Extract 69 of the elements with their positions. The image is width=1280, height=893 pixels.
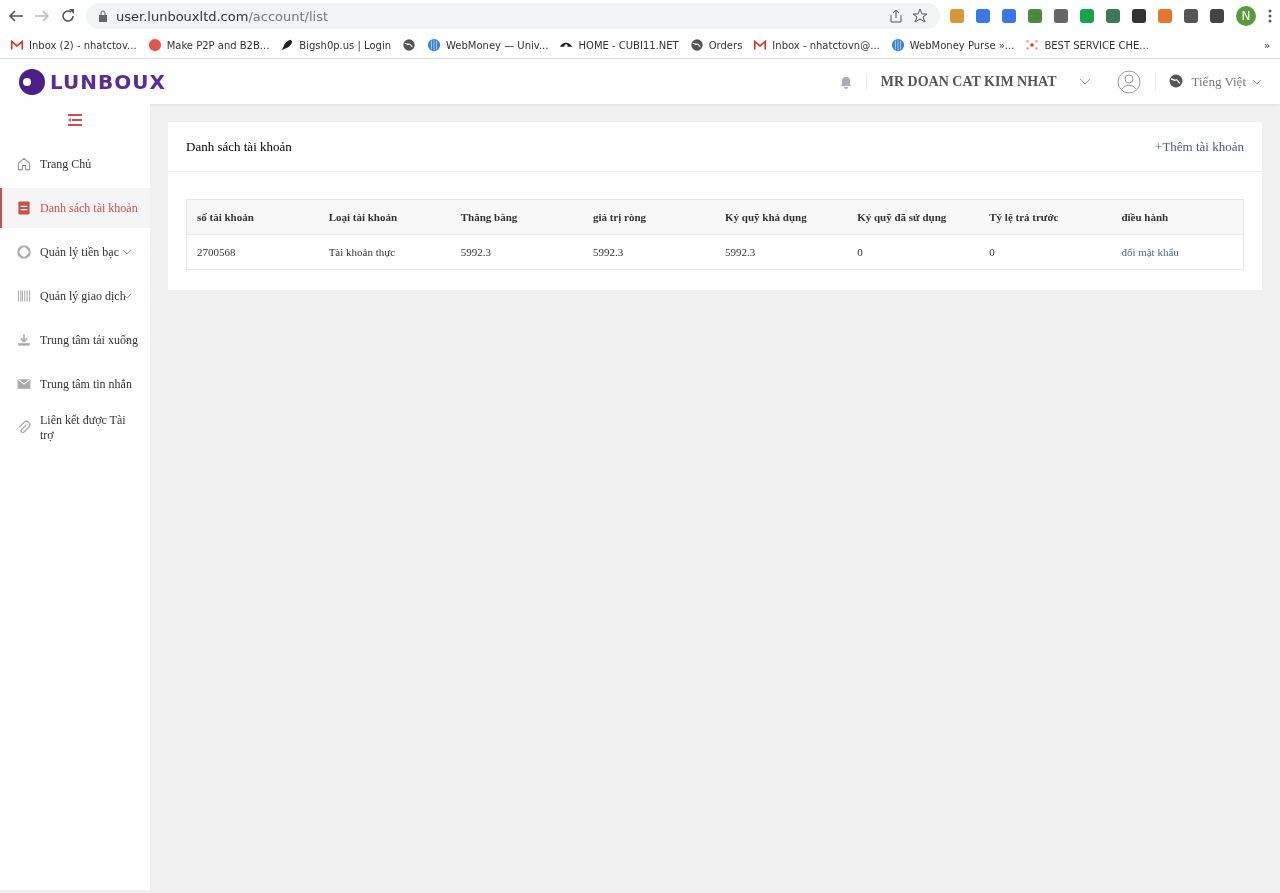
- table-cell: 5992.3: [450, 234, 583, 270]
- bookmark[interactable]: Make P2P and B2B...: [147, 37, 270, 53]
- extension-icon[interactable]: [1184, 9, 1198, 23]
- table-cell: 0: [847, 234, 980, 270]
- column-header: điều hành: [1111, 199, 1244, 235]
- column-header: số tài khoản: [186, 199, 319, 235]
- reload-icon[interactable]: [60, 8, 76, 24]
- bookmark[interactable]: Inbox - nhatctovn@...: [753, 37, 880, 53]
- bookmark[interactable]: WebMoney Purse »...: [890, 37, 1015, 53]
- menu-icon[interactable]: [1268, 9, 1272, 23]
- chevron-down-icon: [1252, 78, 1262, 85]
- extension-icon[interactable]: [1002, 9, 1016, 23]
- bookmarks-overflow-button[interactable]: »: [1263, 39, 1270, 51]
- bookmark[interactable]: BEST SERVICE CHE...: [1025, 37, 1149, 53]
- language-selector[interactable]: Tiếng Việt: [1154, 72, 1262, 91]
- column-header: Thăng bằng: [450, 199, 583, 235]
- sidebar-item[interactable]: Quản lý tiền bạc: [0, 232, 150, 272]
- logo-icon: [18, 67, 46, 96]
- sidebar-item[interactable]: Quản lý giao dịch: [0, 276, 150, 316]
- sidebar-item[interactable]: Trung tâm tin nhắn: [0, 364, 150, 404]
- column-header: Ký quỹ khả dụng: [715, 199, 848, 235]
- barcode-icon: [16, 288, 32, 304]
- extension-icon[interactable]: [1106, 9, 1120, 23]
- sidebar-item[interactable]: Trang Chủ: [0, 144, 150, 184]
- table-cell: 2700568: [186, 234, 319, 270]
- bookmark[interactable]: Bigsh0p.us | Login: [280, 37, 392, 53]
- user-name[interactable]: MR DOAN CAT KIM NHAT: [865, 73, 1057, 90]
- extension-icon[interactable]: [1028, 9, 1042, 23]
- column-header: Ký quỹ đã sử dụng: [847, 199, 980, 235]
- bookmark[interactable]: Inbox (2) - nhatctov...: [10, 37, 137, 53]
- share-icon[interactable]: [888, 8, 904, 24]
- user-avatar-icon[interactable]: [1116, 69, 1141, 94]
- chevron-down-icon[interactable]: [1078, 77, 1091, 86]
- back-arrow-icon[interactable]: [8, 9, 24, 23]
- extension-icon[interactable]: [1132, 9, 1146, 23]
- extension-icon[interactable]: [976, 9, 990, 23]
- column-header: Tỷ lệ trả trước: [979, 199, 1112, 235]
- bookmark[interactable]: Orders: [689, 37, 743, 53]
- clip-icon: [16, 420, 32, 436]
- column-header: Loại tài khoản: [318, 199, 451, 235]
- mail-icon: [16, 376, 32, 392]
- table-cell: 0: [979, 234, 1112, 270]
- table-cell: 5992.3: [715, 234, 848, 270]
- forward-arrow-icon[interactable]: [34, 9, 50, 23]
- extension-icon[interactable]: [1158, 9, 1172, 23]
- add-account-link[interactable]: +Thêm tài khoản: [1155, 138, 1244, 155]
- list-icon: [16, 200, 32, 216]
- table-cell: Tài khoản thực: [318, 234, 451, 270]
- extension-icon[interactable]: [1210, 9, 1224, 23]
- address-bar[interactable]: user.lunbouxltd.com/account/list: [86, 3, 940, 29]
- change-password-link[interactable]: đổi mật khẩu: [1121, 246, 1179, 258]
- circle-icon: [147, 37, 162, 53]
- table-cell: 5992.3: [582, 234, 715, 270]
- extension-icon[interactable]: [1054, 9, 1068, 23]
- extension-icon[interactable]: [1080, 9, 1094, 23]
- bookmark[interactable]: HOME - CUBI11.NET: [559, 37, 679, 53]
- menu-toggle-icon[interactable]: [67, 114, 83, 126]
- sidebar-item[interactable]: Liên kết được Tài trợ: [0, 408, 150, 448]
- panel-title: Danh sách tài khoản: [186, 138, 292, 155]
- globe-icon: [689, 37, 704, 53]
- bookmark[interactable]: [402, 37, 417, 53]
- download-icon: [16, 332, 32, 348]
- bookmark[interactable]: WebMoney — Univ...: [427, 37, 549, 53]
- lock-icon: [98, 10, 108, 22]
- sidebar-item[interactable]: Danh sách tài khoản: [0, 188, 150, 228]
- globe-icon: [402, 37, 417, 53]
- logo[interactable]: LUNBOUX: [18, 67, 166, 96]
- column-header: giá trị ròng: [582, 199, 715, 235]
- home-icon: [16, 156, 32, 172]
